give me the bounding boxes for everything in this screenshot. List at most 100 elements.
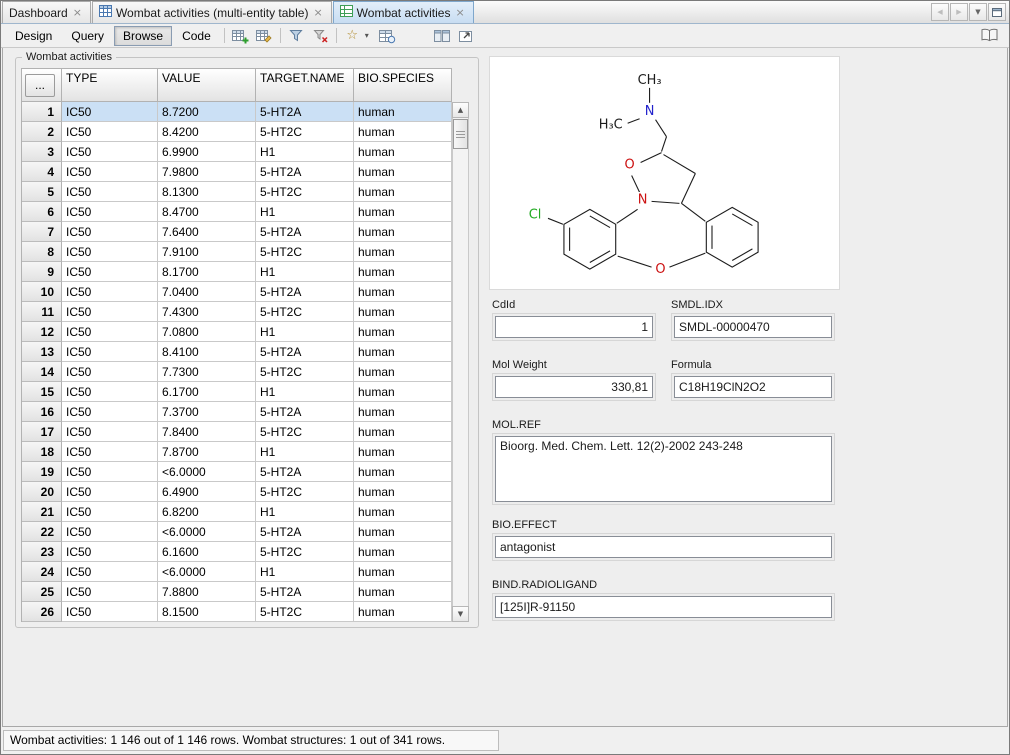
grid-settings-icon[interactable]: [376, 25, 399, 46]
grid-cell[interactable]: IC50: [62, 402, 158, 422]
mol-weight-input[interactable]: 330,81: [495, 376, 653, 398]
scroll-down-icon[interactable]: ▼: [452, 606, 469, 622]
row-number[interactable]: 1: [22, 102, 62, 122]
grid-cell[interactable]: human: [354, 462, 452, 482]
row-number[interactable]: 18: [22, 442, 62, 462]
grid-cell[interactable]: IC50: [62, 302, 158, 322]
row-number[interactable]: 6: [22, 202, 62, 222]
tab-wombat-form[interactable]: Wombat activities ×: [333, 1, 474, 23]
grid-cell[interactable]: IC50: [62, 602, 158, 622]
table-row[interactable]: 10IC507.04005-HT2Ahuman: [22, 282, 452, 302]
grid-cell[interactable]: IC50: [62, 282, 158, 302]
grid-cell[interactable]: 5-HT2A: [256, 162, 354, 182]
filter-icon[interactable]: [285, 25, 308, 46]
row-number[interactable]: 19: [22, 462, 62, 482]
row-number[interactable]: 20: [22, 482, 62, 502]
grid-cell[interactable]: human: [354, 582, 452, 602]
grid-cell[interactable]: IC50: [62, 222, 158, 242]
smdl-idx-input[interactable]: SMDL-00000470: [674, 316, 832, 338]
grid-cell[interactable]: IC50: [62, 182, 158, 202]
table-row[interactable]: 1IC508.72005-HT2Ahuman: [22, 102, 452, 122]
tab-wombat-multi-entity[interactable]: Wombat activities (multi-entity table) ×: [92, 1, 332, 23]
tile-windows-icon[interactable]: [431, 25, 454, 46]
row-number[interactable]: 21: [22, 502, 62, 522]
grid-cell[interactable]: IC50: [62, 322, 158, 342]
grid-cell[interactable]: <6.0000: [158, 462, 256, 482]
favorites-star-icon[interactable]: ☆: [341, 25, 364, 46]
grid-cell[interactable]: human: [354, 262, 452, 282]
grid-cell[interactable]: 8.4100: [158, 342, 256, 362]
table-row[interactable]: 18IC507.8700H1human: [22, 442, 452, 462]
bind-radioligand-input[interactable]: [125I]R-91150: [495, 596, 832, 618]
grid-cell[interactable]: 7.9800: [158, 162, 256, 182]
table-row[interactable]: 19IC50<6.00005-HT2Ahuman: [22, 462, 452, 482]
grid-cell[interactable]: human: [354, 602, 452, 622]
scroll-up-icon[interactable]: ▲: [452, 102, 469, 118]
grid-cell[interactable]: 5-HT2A: [256, 342, 354, 362]
row-number[interactable]: 4: [22, 162, 62, 182]
grid-cell[interactable]: human: [354, 322, 452, 342]
row-number[interactable]: 23: [22, 542, 62, 562]
scrollbar-track[interactable]: [452, 118, 469, 606]
close-icon[interactable]: ×: [72, 8, 83, 18]
grid-cell[interactable]: human: [354, 342, 452, 362]
column-chooser-button[interactable]: ...: [25, 74, 55, 97]
table-row[interactable]: 11IC507.43005-HT2Chuman: [22, 302, 452, 322]
grid-cell[interactable]: IC50: [62, 342, 158, 362]
grid-cell[interactable]: 5-HT2C: [256, 182, 354, 202]
menu-query[interactable]: Query: [62, 26, 113, 46]
grid-cell[interactable]: H1: [256, 562, 354, 582]
grid-cell[interactable]: 8.4200: [158, 122, 256, 142]
grid-cell[interactable]: human: [354, 202, 452, 222]
grid-cell[interactable]: IC50: [62, 502, 158, 522]
table-row[interactable]: 7IC507.64005-HT2Ahuman: [22, 222, 452, 242]
row-number[interactable]: 5: [22, 182, 62, 202]
vertical-scrollbar[interactable]: ▲ ▼: [452, 102, 469, 622]
grid-cell[interactable]: human: [354, 542, 452, 562]
grid-cell[interactable]: 5-HT2A: [256, 462, 354, 482]
grid-cell[interactable]: IC50: [62, 122, 158, 142]
grid-cell[interactable]: IC50: [62, 562, 158, 582]
grid-cell[interactable]: IC50: [62, 522, 158, 542]
grid-cell[interactable]: 5-HT2C: [256, 542, 354, 562]
tab-dashboard[interactable]: Dashboard ×: [2, 1, 91, 23]
grid-cell[interactable]: 5-HT2A: [256, 102, 354, 122]
table-row[interactable]: 17IC507.84005-HT2Chuman: [22, 422, 452, 442]
grid-cell[interactable]: human: [354, 122, 452, 142]
grid-cell[interactable]: 7.6400: [158, 222, 256, 242]
grid-cell[interactable]: IC50: [62, 582, 158, 602]
grid-cell[interactable]: H1: [256, 202, 354, 222]
grid-cell[interactable]: 6.9900: [158, 142, 256, 162]
grid-cell[interactable]: IC50: [62, 242, 158, 262]
grid-cell[interactable]: 8.7200: [158, 102, 256, 122]
grid-cell[interactable]: 5-HT2A: [256, 402, 354, 422]
structure-viewer[interactable]: CH₃ N H₃C O N O Cl: [489, 56, 840, 290]
grid-cell[interactable]: 7.4300: [158, 302, 256, 322]
grid-cell[interactable]: 8.1300: [158, 182, 256, 202]
grid-cell[interactable]: H1: [256, 142, 354, 162]
grid-cell[interactable]: <6.0000: [158, 522, 256, 542]
grid-cell[interactable]: human: [354, 302, 452, 322]
maximize-window-icon[interactable]: [988, 3, 1006, 21]
table-row[interactable]: 5IC508.13005-HT2Chuman: [22, 182, 452, 202]
grid-cell[interactable]: human: [354, 222, 452, 242]
grid-cell[interactable]: 6.4900: [158, 482, 256, 502]
edit-data-icon[interactable]: [253, 25, 276, 46]
grid-cell[interactable]: 5-HT2C: [256, 482, 354, 502]
column-header-target-name[interactable]: TARGET.NAME: [256, 69, 354, 102]
grid-cell[interactable]: human: [354, 382, 452, 402]
grid-cell[interactable]: IC50: [62, 542, 158, 562]
grid-cell[interactable]: 8.1500: [158, 602, 256, 622]
grid-cell[interactable]: 5-HT2A: [256, 282, 354, 302]
grid-cell[interactable]: H1: [256, 322, 354, 342]
menu-code[interactable]: Code: [173, 26, 220, 46]
column-header-type[interactable]: TYPE: [62, 69, 158, 102]
row-number[interactable]: 17: [22, 422, 62, 442]
table-row[interactable]: 12IC507.0800H1human: [22, 322, 452, 342]
grid-cell[interactable]: H1: [256, 382, 354, 402]
row-number[interactable]: 2: [22, 122, 62, 142]
grid-cell[interactable]: IC50: [62, 482, 158, 502]
grid-cell[interactable]: 5-HT2A: [256, 222, 354, 242]
grid-cell[interactable]: 5-HT2C: [256, 302, 354, 322]
grid-cell[interactable]: IC50: [62, 442, 158, 462]
